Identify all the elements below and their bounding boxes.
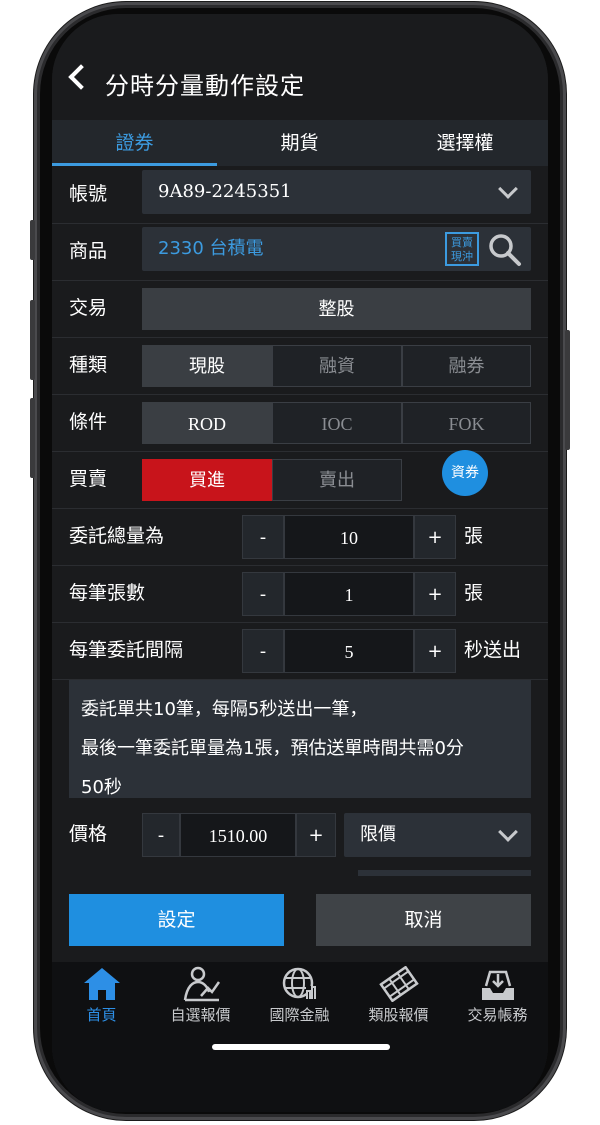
- side-label: 買賣: [69, 468, 108, 490]
- page-title: 分時分量動作設定: [105, 72, 305, 100]
- tab-securities[interactable]: 證券: [52, 120, 217, 166]
- phone-side-button: [30, 300, 35, 380]
- price-type-select[interactable]: 限價: [344, 813, 531, 857]
- per-increment-button[interactable]: +: [414, 572, 456, 616]
- kind-row: 種類 現股 融資 融券: [52, 337, 548, 395]
- interval-unit: 秒送出: [464, 639, 522, 661]
- interval-row: 每筆委託間隔 - 5 + 秒送出: [52, 622, 548, 680]
- per-order-unit: 張: [464, 582, 484, 604]
- kind-label: 種類: [69, 354, 108, 376]
- nav-label: 交易帳務: [467, 1006, 528, 1024]
- interval-increment-button[interactable]: +: [414, 629, 456, 673]
- tab-options[interactable]: 選擇權: [382, 120, 548, 166]
- user-chart-icon: [183, 966, 221, 1002]
- tab-futures[interactable]: 期貨: [217, 120, 382, 166]
- phone-side-button: [30, 398, 35, 478]
- back-chevron-icon[interactable]: [68, 64, 94, 90]
- search-icon[interactable]: [488, 233, 522, 267]
- film-icon: [379, 966, 419, 1002]
- globe-icon: [282, 967, 318, 1000]
- total-increment-button[interactable]: +: [414, 515, 456, 559]
- home-icon: [84, 968, 120, 1000]
- interval-decrement-button[interactable]: -: [242, 629, 284, 673]
- account-row: 帳號 9A89-2245351: [52, 166, 548, 224]
- hidden-field-edge: [358, 870, 531, 876]
- total-decrement-button[interactable]: -: [242, 515, 284, 559]
- cancel-button[interactable]: 取消: [316, 894, 531, 946]
- price-type-value: 限價: [360, 824, 396, 845]
- total-quantity-label: 委託總量為: [69, 525, 165, 547]
- per-order-row: 每筆張數 - 1 + 張: [52, 565, 548, 623]
- bottom-nav: 首頁 自選報價 國際金融 類股報價 交易帳務: [52, 962, 548, 1112]
- summary-line: 50秒: [81, 777, 122, 798]
- sell-button[interactable]: 賣出: [272, 459, 402, 501]
- product-label: 商品: [69, 240, 108, 262]
- price-increment-button[interactable]: +: [296, 813, 336, 857]
- app-screen: 分時分量動作設定 證券 期貨 選擇權 帳號 9A89-2245351 商品 23…: [52, 14, 548, 1112]
- phone-side-button: [565, 330, 570, 450]
- account-label: 帳號: [69, 183, 108, 205]
- app-header: 分時分量動作設定: [52, 14, 548, 120]
- day-trade-badge-text: 買賣 現沖: [451, 236, 473, 263]
- condition-option-rod[interactable]: ROD: [142, 402, 272, 444]
- total-quantity-input[interactable]: 10: [284, 515, 414, 559]
- interval-label: 每筆委託間隔: [69, 639, 184, 661]
- total-unit: 張: [464, 525, 484, 547]
- kind-option-short[interactable]: 融券: [402, 345, 531, 387]
- tray-icon: [482, 970, 514, 1000]
- summary-line: 最後一筆委託單量為1張，預估送單時間共需0分: [81, 738, 464, 759]
- price-decrement-button[interactable]: -: [142, 813, 180, 857]
- order-summary: 委託單共10筆，每隔5秒送出一筆， 最後一筆委託單量為1張，預估送單時間共需0分…: [69, 680, 531, 798]
- trade-type-button[interactable]: 整股: [142, 288, 531, 330]
- per-decrement-button[interactable]: -: [242, 572, 284, 616]
- chevron-down-icon: [498, 179, 518, 199]
- summary-line: 委託單共10筆，每隔5秒送出一筆，: [81, 699, 368, 720]
- trade-label: 交易: [69, 297, 108, 319]
- kind-option-margin[interactable]: 融資: [272, 345, 402, 387]
- product-value: 2330 台積電: [158, 238, 264, 259]
- account-value: 9A89-2245351: [158, 181, 292, 202]
- per-order-label: 每筆張數: [69, 582, 146, 604]
- nav-label: 首頁: [86, 1006, 117, 1024]
- condition-option-ioc[interactable]: IOC: [272, 402, 402, 444]
- nav-label: 類股報價: [368, 1006, 429, 1024]
- per-order-input[interactable]: 1: [284, 572, 414, 616]
- interval-input[interactable]: 5: [284, 629, 414, 673]
- condition-row: 條件 ROD IOC FOK: [52, 394, 548, 452]
- buy-button[interactable]: 買進: [142, 459, 272, 501]
- kind-option-cash[interactable]: 現股: [142, 345, 272, 387]
- total-quantity-row: 委託總量為 - 10 + 張: [52, 508, 548, 566]
- margin-short-button[interactable]: 資券: [442, 450, 488, 496]
- day-trade-badge[interactable]: 買賣 現沖: [445, 232, 479, 266]
- home-indicator[interactable]: [212, 1044, 390, 1050]
- trade-row: 交易 整股: [52, 280, 548, 338]
- chevron-down-icon: [498, 822, 518, 842]
- set-button[interactable]: 設定: [69, 894, 284, 946]
- nav-label: 國際金融: [269, 1006, 330, 1024]
- phone-side-button: [30, 220, 35, 260]
- price-row: 價格 - 1510.00 + 限價: [52, 806, 548, 863]
- price-input[interactable]: 1510.00: [180, 813, 296, 857]
- condition-option-fok[interactable]: FOK: [402, 402, 531, 444]
- price-label: 價格: [69, 823, 108, 845]
- condition-label: 條件: [69, 411, 108, 433]
- account-select[interactable]: 9A89-2245351: [142, 170, 531, 214]
- nav-label: 自選報價: [170, 1006, 231, 1024]
- market-tabs: 證券 期貨 選擇權: [52, 120, 548, 166]
